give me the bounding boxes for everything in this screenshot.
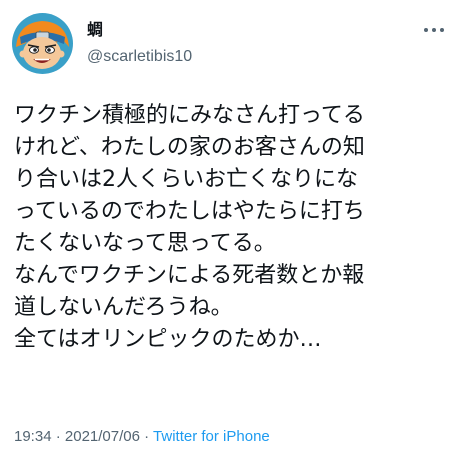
avatar[interactable] (12, 13, 73, 74)
meta-separator: · (51, 428, 65, 445)
tweet-source-link[interactable]: Twitter for iPhone (153, 428, 270, 445)
tweet-text-line: っているのでわたしはやたらに打ち (14, 199, 365, 224)
dot (440, 28, 444, 32)
tweet-text-line: なんでワクチンによる死者数とか報 (14, 263, 365, 288)
more-dots-icon[interactable] (422, 26, 446, 34)
tweet-time[interactable]: 19:34 (14, 428, 52, 445)
author-display-name[interactable]: 蜩 (87, 20, 103, 40)
dot (424, 28, 428, 32)
tweet-text-line: 全てはオリンピックのためか… (14, 327, 322, 352)
tweet-text: ワクチン積極的にみなさん打ってる けれど、わたしの家のお客さんの知 り合いは2人… (14, 100, 449, 356)
tweet-text-line: ワクチン積極的にみなさん打ってる (14, 103, 365, 128)
tweet-text-line: り合いは2人くらいお亡くなりにな (14, 167, 358, 192)
tweet-text-line: けれど、わたしの家のお客さんの知 (14, 135, 365, 160)
tweet-card: 蜩 @scarletibis10 ワクチン積極的にみなさん打ってる けれど、わた… (0, 0, 460, 459)
author-handle[interactable]: @scarletibis10 (87, 47, 192, 67)
tweet-date[interactable]: 2021/07/06 (65, 428, 140, 445)
avatar-image (12, 13, 73, 74)
tweet-text-line: 道しないんだろうね。 (14, 295, 233, 320)
dot (432, 28, 436, 32)
tweet-meta: 19:34 · 2021/07/06 · Twitter for iPhone (14, 427, 270, 447)
meta-separator: · (139, 428, 154, 445)
tweet-text-line: たくないなって思ってる。 (14, 231, 276, 256)
